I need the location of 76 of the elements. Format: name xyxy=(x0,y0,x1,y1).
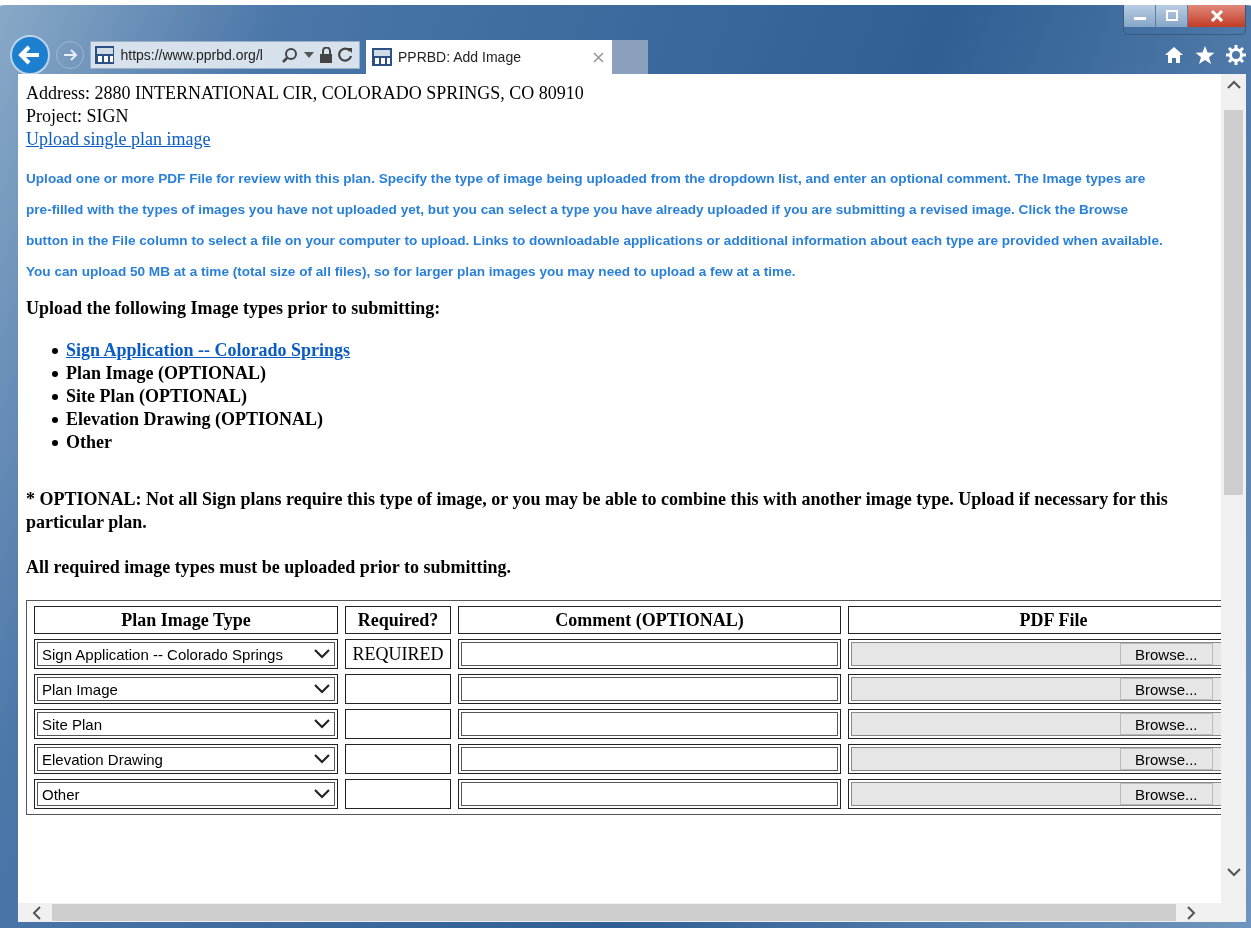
maximize-icon xyxy=(1164,10,1179,22)
url-text: https://www.pprbd.org/l xyxy=(120,46,264,63)
back-button[interactable] xyxy=(10,34,50,75)
scroll-up-icon[interactable] xyxy=(1226,80,1241,90)
vertical-scrollbar[interactable] xyxy=(1221,74,1246,903)
scroll-right-icon[interactable] xyxy=(1186,905,1196,920)
horizontal-scrollbar[interactable] xyxy=(18,903,1246,922)
bullet-icon xyxy=(52,416,58,423)
dropdown-caret-icon[interactable] xyxy=(303,51,314,58)
image-type-dropdown[interactable]: Plan Image xyxy=(37,677,335,701)
browse-button[interactable]: Browse... xyxy=(1120,643,1213,665)
search-icon[interactable] xyxy=(282,46,298,63)
site-logo-icon xyxy=(95,45,115,64)
scrollbar-thumb[interactable] xyxy=(52,904,1176,921)
image-type-item: Plan Image (OPTIONAL) xyxy=(66,362,266,385)
column-header: Plan Image Type xyxy=(34,606,338,634)
file-field[interactable]: Browse... xyxy=(851,747,1221,771)
settings-icon[interactable] xyxy=(1226,44,1246,65)
browse-button[interactable]: Browse... xyxy=(1120,713,1213,735)
file-field[interactable]: Browse... xyxy=(851,677,1221,701)
column-header: PDF File xyxy=(848,606,1221,634)
bullet-icon xyxy=(52,439,58,446)
minimize-button[interactable] xyxy=(1124,5,1156,27)
instructions-paragraph: Upload one or more PDF File for review with this plan. Specify the type of image being uploaded from the dropdown list, and enter an optional comment. The Image types are pre-filled with the types of images you have not uploaded yet, but you can select a type you have already uploaded if you are submitting a revised image. Click the Browse button in the File column to select a file on your computer to upload. Links to downloadable applications or additional information about each type are provided when available. You can upload 50 MB at a time (total size of all files), so for larger plan images you may need to upload a few at a time. xyxy=(26,170,1164,281)
file-field[interactable]: Browse... xyxy=(851,782,1221,806)
scroll-down-icon[interactable] xyxy=(1226,867,1241,877)
chevron-down-icon xyxy=(314,684,330,694)
comment-field[interactable] xyxy=(461,747,838,771)
comment-field[interactable] xyxy=(461,712,838,736)
required-heading: Upload the following Image types prior to submitting: xyxy=(26,297,442,320)
address-bar[interactable]: https://www.pprbd.org/l xyxy=(90,40,360,69)
table-cell: REQUIRED xyxy=(345,639,451,669)
image-type-link[interactable]: Sign Application -- Colorado Springs xyxy=(66,339,351,362)
forward-arrow-icon xyxy=(62,47,78,62)
image-type-dropdown[interactable]: Elevation Drawing xyxy=(37,747,335,771)
browser-tab[interactable]: PPRBD: Add Image xyxy=(366,40,612,74)
bullet-icon xyxy=(52,370,58,377)
scrollbar-thumb[interactable] xyxy=(1224,110,1243,495)
file-field[interactable]: Browse... xyxy=(851,712,1221,736)
image-type-item: Other xyxy=(66,431,112,454)
close-icon xyxy=(1209,10,1224,22)
browse-button[interactable]: Browse... xyxy=(1120,783,1213,805)
optional-note: * OPTIONAL: Not all Sign plans require this type of image, or you may be able to combine this with another image type. Upload if necessary for this particular plan. xyxy=(26,488,1169,534)
star-icon[interactable] xyxy=(1194,44,1216,65)
bullet-icon xyxy=(52,347,58,354)
bullet-icon xyxy=(52,393,58,400)
image-type-dropdown[interactable]: Other xyxy=(37,782,335,806)
required-note: All required image types must be uploaded prior to submitting. xyxy=(26,556,513,579)
project-text: Project: SIGN xyxy=(26,105,130,128)
browse-button[interactable]: Browse... xyxy=(1120,748,1213,770)
maximize-button[interactable] xyxy=(1156,5,1188,27)
column-header: Required? xyxy=(345,606,451,634)
image-type-item: Site Plan (OPTIONAL) xyxy=(66,385,247,408)
comment-field[interactable] xyxy=(461,677,838,701)
comment-field[interactable] xyxy=(461,782,838,806)
column-header: Comment (OPTIONAL) xyxy=(458,606,841,634)
image-type-dropdown[interactable]: Site Plan xyxy=(37,712,335,736)
home-icon[interactable] xyxy=(1164,45,1184,64)
address-text: Address: 2880 INTERNATIONAL CIR, COLORADO SPRINGS, CO 80910 xyxy=(26,82,585,105)
refresh-icon[interactable] xyxy=(338,47,353,62)
close-tab-icon[interactable] xyxy=(593,51,604,63)
comment-field[interactable] xyxy=(461,642,838,666)
chevron-down-icon xyxy=(314,719,330,729)
back-arrow-icon xyxy=(18,43,42,66)
lock-icon[interactable] xyxy=(319,46,333,63)
site-logo-icon xyxy=(372,48,392,66)
scroll-left-icon[interactable] xyxy=(32,905,42,920)
image-type-item: Elevation Drawing (OPTIONAL) xyxy=(66,408,323,431)
chevron-down-icon xyxy=(314,754,330,764)
browse-button[interactable]: Browse... xyxy=(1120,678,1213,700)
close-button[interactable] xyxy=(1188,5,1245,27)
chevron-down-icon xyxy=(314,789,330,799)
upload-single-link[interactable]: Upload single plan image xyxy=(26,128,1221,151)
chevron-down-icon xyxy=(314,649,330,659)
file-field[interactable]: Browse... xyxy=(851,642,1221,666)
image-type-dropdown[interactable]: Sign Application -- Colorado Springs xyxy=(37,642,335,666)
